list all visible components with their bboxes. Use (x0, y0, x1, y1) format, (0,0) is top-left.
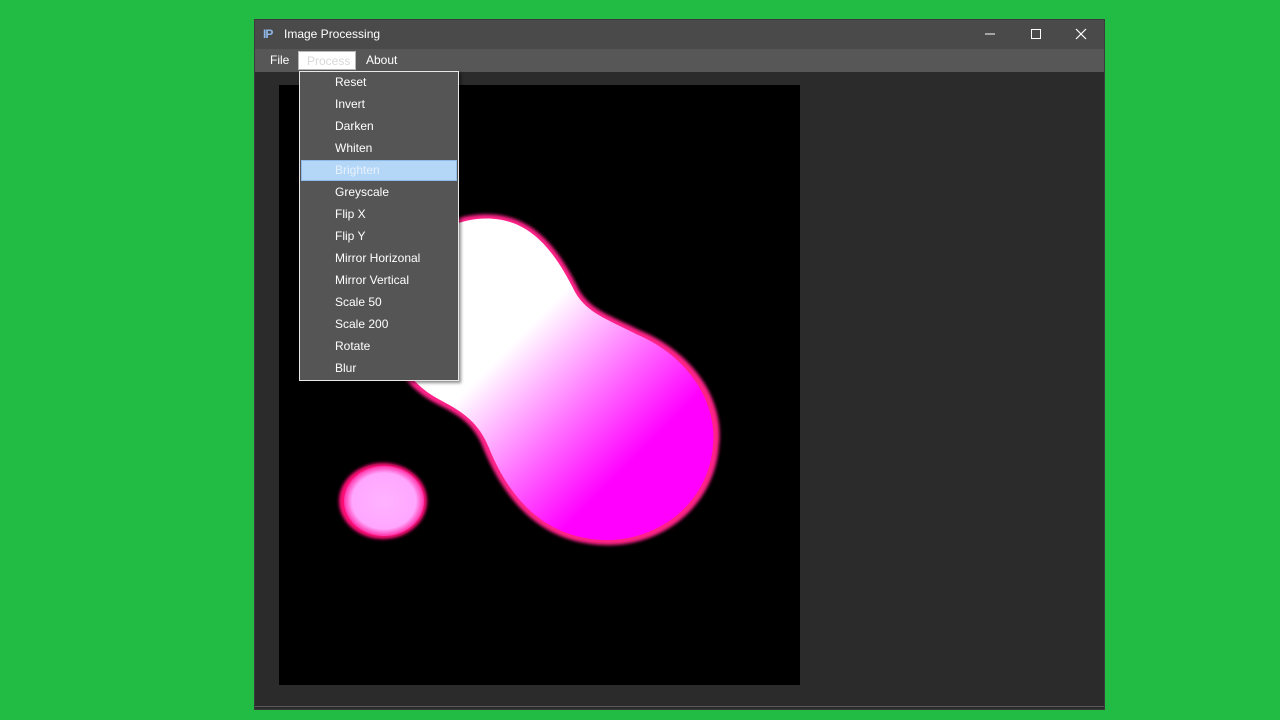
ip-app-icon: IP (263, 27, 273, 41)
small-blob (344, 466, 424, 536)
close-button[interactable] (1058, 20, 1104, 49)
window-title: Image Processing (284, 27, 381, 41)
maximize-button[interactable] (1013, 20, 1059, 49)
menu-about[interactable]: About (358, 51, 405, 70)
menu-bar: File Process About (255, 49, 1104, 72)
title-bar[interactable]: IP Image Processing (255, 20, 1104, 49)
process-dropdown-menu: Reset Invert Darken Whiten Brighten Grey… (299, 71, 459, 381)
menu-file[interactable]: File (262, 51, 297, 70)
status-divider (255, 706, 1104, 707)
close-icon (1075, 28, 1087, 40)
menu-item-greyscale[interactable]: Greyscale (301, 182, 457, 203)
menu-item-mirror-horizontal[interactable]: Mirror Horizonal (301, 248, 457, 269)
menu-item-brighten[interactable]: Brighten (301, 160, 457, 181)
menu-process[interactable]: Process (298, 51, 356, 70)
menu-item-mirror-vertical[interactable]: Mirror Vertical (301, 270, 457, 291)
minimize-button[interactable] (967, 20, 1013, 49)
menu-item-whiten[interactable]: Whiten (301, 138, 457, 159)
menu-item-scale-200[interactable]: Scale 200 (301, 314, 457, 335)
menu-item-darken[interactable]: Darken (301, 116, 457, 137)
menu-item-scale-50[interactable]: Scale 50 (301, 292, 457, 313)
menu-item-reset[interactable]: Reset (301, 72, 457, 93)
menu-item-blur[interactable]: Blur (301, 358, 457, 379)
menu-item-invert[interactable]: Invert (301, 94, 457, 115)
menu-item-rotate[interactable]: Rotate (301, 336, 457, 357)
minimize-icon (985, 33, 995, 35)
maximize-icon (1031, 29, 1041, 39)
menu-item-flip-x[interactable]: Flip X (301, 204, 457, 225)
menu-item-flip-y[interactable]: Flip Y (301, 226, 457, 247)
